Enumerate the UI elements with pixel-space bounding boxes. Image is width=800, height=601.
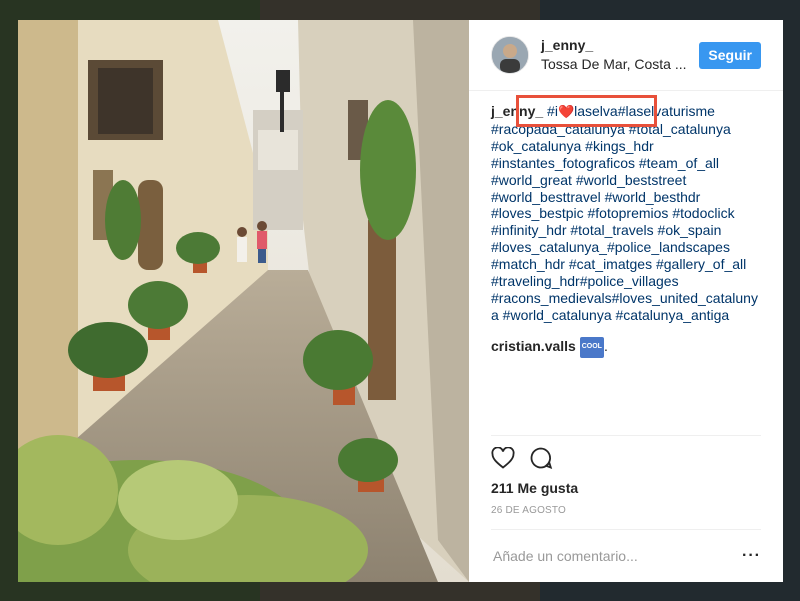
follow-button[interactable]: Seguir [699,41,761,69]
action-bar [491,435,761,475]
location-link[interactable]: Tossa De Mar, Costa ... [541,54,689,74]
caption-hashtag-line[interactable]: #loves_bestpic #fotopremios #todoclick [491,205,761,222]
comment-input[interactable] [491,547,743,565]
caption-hashtag-line[interactable]: #infinity_hdr #total_travels #ok_spain [491,222,761,239]
caption-hashtag-line[interactable]: #instantes_fotograficos #team_of_all [491,155,761,172]
caption-first-line: j_enny_ #i❤️laselva#laselvaturisme [491,95,761,127]
comment: cristian.valls COOL. [491,336,761,358]
like-count[interactable]: 211 Me gusta [469,475,783,497]
caption-hashtag-line[interactable]: #ok_catalunya #kings_hdr [491,138,761,155]
caption-hashtag-line[interactable]: #racons_medievals#loves_united_cataluny [491,290,761,307]
post-header: j_enny_ Tossa De Mar, Costa ... Seguir [469,20,783,91]
street-photo-illustration [18,20,469,582]
caption-hashtag-line[interactable]: #traveling_hdr#police_villages [491,273,761,290]
caption-hashtag-line[interactable]: #world_besttravel #world_besthdr [491,189,761,206]
post-modal: j_enny_ Tossa De Mar, Costa ... Seguir j… [18,20,783,582]
header-text: j_enny_ Tossa De Mar, Costa ... [541,36,689,74]
post-date: 26 DE AGOSTO [491,505,567,516]
comment-text: . [603,337,608,354]
heart-outline-icon[interactable] [491,446,515,474]
more-options-button[interactable]: ··· [742,547,761,565]
avatar[interactable] [491,36,529,74]
caption-hashtag-line[interactable]: #match_hdr #cat_imatges #gallery_of_all [491,256,761,273]
annotation-highlight-box [516,95,657,127]
cool-emoji-icon: COOL [579,336,604,358]
caption-hashtag-line[interactable]: a #world_catalunya #catalunya_antiga [491,307,761,324]
comment-bar: ··· [491,529,761,582]
post-photo [18,20,469,582]
post-sidebar: j_enny_ Tossa De Mar, Costa ... Seguir j… [469,20,783,582]
caption-hashtag-line[interactable]: #world_great #world_beststreet [491,172,761,189]
username-link[interactable]: j_enny_ [541,36,689,54]
speech-bubble-icon[interactable] [529,446,553,475]
caption-hashtag-line[interactable]: #loves_catalunya_#police_landscapes [491,239,761,256]
comment-username[interactable]: cristian.valls [491,338,576,354]
avatar-image [492,37,528,73]
caption: j_enny_ #i❤️laselva#laselvaturisme #raco… [469,91,783,435]
